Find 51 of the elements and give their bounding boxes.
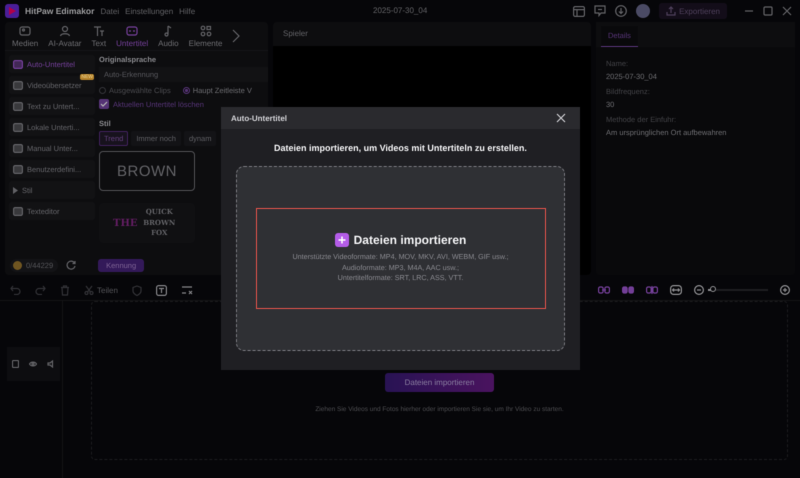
- tab-icon: [200, 24, 212, 36]
- avatar[interactable]: [636, 4, 650, 18]
- track-icon[interactable]: [12, 360, 19, 368]
- eye-icon[interactable]: [29, 361, 37, 367]
- chevron-right-icon[interactable]: [232, 29, 240, 43]
- tab-icon: [92, 24, 105, 36]
- scissors-icon: [84, 285, 94, 295]
- app-logo-icon: [5, 4, 19, 18]
- refresh-icon[interactable]: [66, 260, 76, 270]
- speaker-icon[interactable]: [47, 360, 55, 368]
- link-icon[interactable]: [622, 286, 634, 294]
- trim-icon[interactable]: [180, 285, 193, 295]
- export-button[interactable]: Exportieren: [659, 3, 727, 19]
- media-tab[interactable]: AI-Avatar: [44, 24, 86, 48]
- close-icon[interactable]: [556, 113, 566, 123]
- radio-button[interactable]: [99, 87, 106, 94]
- unlink-icon[interactable]: [646, 286, 658, 294]
- dialog-title: Auto-Untertitel: [231, 114, 287, 122]
- media-tab[interactable]: Text: [87, 24, 110, 48]
- dialog-heading: Dateien importieren, um Videos mit Untertiteln zu erstellen.: [274, 143, 527, 153]
- link-icon[interactable]: [598, 286, 610, 294]
- checkbox[interactable]: [99, 99, 109, 109]
- tab-icon: [126, 24, 138, 36]
- media-tab[interactable]: Elemente: [184, 24, 226, 48]
- media-tab[interactable]: Audio: [154, 24, 183, 48]
- media-tab[interactable]: Medien: [8, 24, 42, 48]
- upload-icon: [666, 6, 676, 16]
- zoom-out-icon[interactable]: [694, 285, 704, 295]
- split-button[interactable]: Teilen: [84, 285, 118, 295]
- check-icon: [100, 101, 108, 107]
- fit-width-icon[interactable]: [670, 285, 682, 295]
- plus-icon: [334, 233, 349, 248]
- tab-icon: [19, 24, 32, 36]
- project-title: 2025-07-30_04: [373, 6, 428, 15]
- text-box-icon[interactable]: [156, 284, 167, 296]
- import-button[interactable]: Dateien importieren: [384, 373, 494, 392]
- menu-item[interactable]: Einstellungen: [125, 6, 174, 16]
- layout-icon[interactable]: [573, 6, 586, 16]
- download-icon[interactable]: [615, 5, 628, 17]
- maximize-icon[interactable]: [763, 6, 773, 16]
- menu-item[interactable]: Datei: [100, 6, 120, 16]
- panel-title: Spieler: [282, 28, 309, 40]
- feedback-icon[interactable]: [594, 5, 606, 17]
- tab-icon: [58, 24, 71, 36]
- media-tab[interactable]: Untertitel: [112, 24, 152, 48]
- style-preset[interactable]: BROWN: [99, 151, 195, 192]
- import-label: Dateien importieren: [354, 233, 466, 248]
- menu-item[interactable]: Hilfe: [179, 6, 196, 16]
- triangle-right-icon: [13, 186, 18, 194]
- zoom-in-icon[interactable]: [780, 285, 790, 295]
- app-name: HitPaw Edimakor: [25, 6, 94, 16]
